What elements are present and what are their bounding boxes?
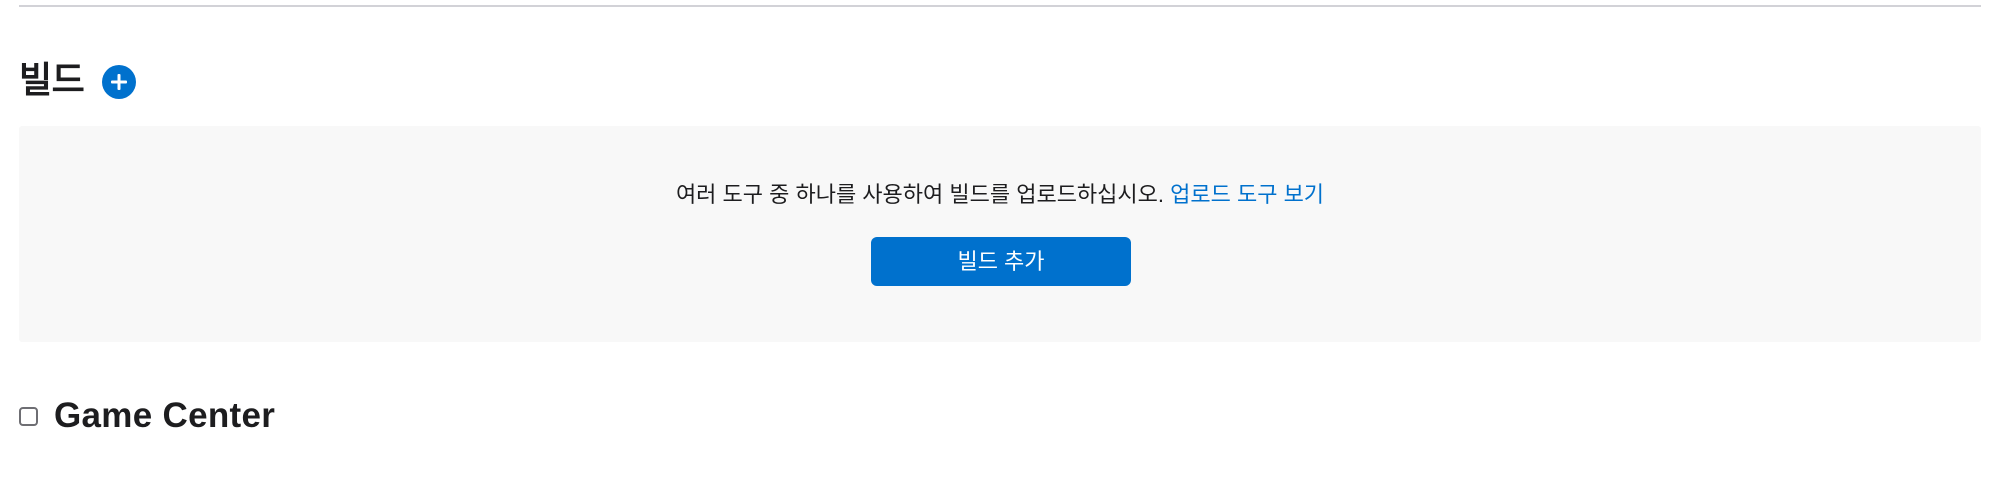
view-upload-tools-link[interactable]: 업로드 도구 보기 [1170,182,1324,207]
page: 빌드 여러 도구 중 하나를 사용하여 빌드를 업로드하십시오. 업로드 도구 … [0,0,2000,488]
game-center-checkbox[interactable] [19,406,38,426]
builds-empty-state-panel: 여러 도구 중 하나를 사용하여 빌드를 업로드하십시오. 업로드 도구 보기 … [19,126,1981,342]
builds-section-title: 빌드 [19,59,85,100]
plus-circle-icon [111,74,128,90]
game-center-title: Game Center [54,396,276,435]
empty-state-message: 여러 도구 중 하나를 사용하여 빌드를 업로드하십시오. 업로드 도구 보기 [19,180,1981,210]
game-center-row: Game Center [19,393,275,439]
add-build-icon-button[interactable] [102,65,137,99]
top-divider [19,5,1981,7]
builds-section-header: 빌드 [19,54,137,106]
add-build-button[interactable]: 빌드 추가 [871,237,1131,286]
empty-state-text: 여러 도구 중 하나를 사용하여 빌드를 업로드하십시오. [675,182,1165,207]
